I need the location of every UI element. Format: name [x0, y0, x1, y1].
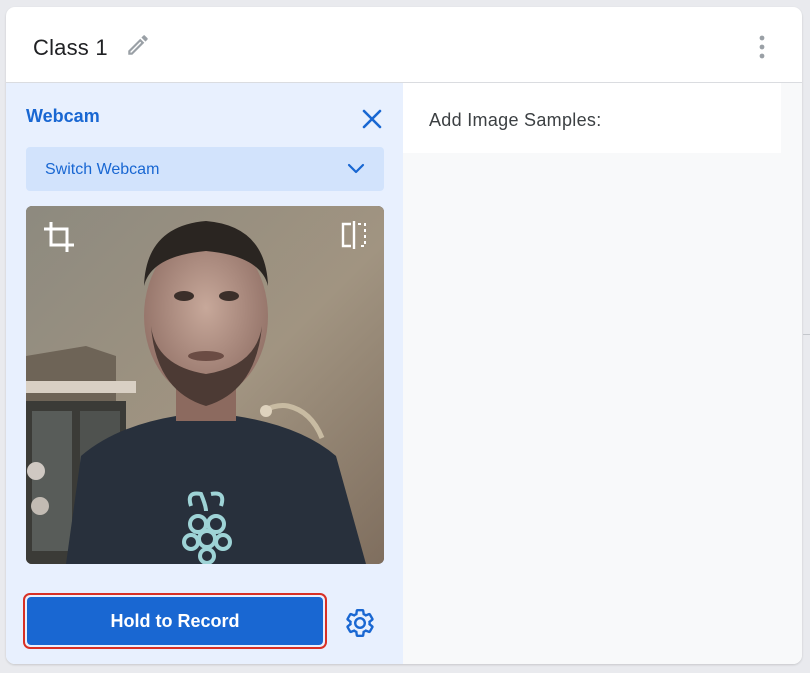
switch-webcam-label: Switch Webcam — [45, 161, 160, 178]
chevron-down-icon — [347, 163, 365, 174]
samples-header: Add Image Samples: — [403, 83, 781, 153]
class-title[interactable]: Class 1 — [33, 35, 108, 61]
pencil-icon[interactable] — [125, 32, 151, 58]
close-icon[interactable] — [360, 107, 384, 131]
webcam-feed — [26, 206, 384, 564]
connector-line — [803, 334, 810, 335]
record-button-label: Hold to Record — [27, 597, 323, 645]
add-image-samples-label: Add Image Samples: — [429, 110, 602, 130]
gear-icon[interactable] — [344, 607, 376, 639]
flip-horizontal-icon[interactable] — [340, 220, 368, 250]
class-card-header: Class 1 — [6, 7, 802, 83]
webcam-image — [26, 206, 384, 564]
samples-panel: Add Image Samples: — [403, 83, 802, 664]
webcam-panel: Webcam Switch Webcam Hold to Record — [6, 83, 403, 664]
more-vert-icon[interactable] — [754, 33, 770, 61]
crop-icon[interactable] — [42, 220, 76, 254]
webcam-label: Webcam — [26, 106, 100, 126]
hold-to-record-button[interactable]: Hold to Record — [23, 593, 327, 649]
class-card: Class 1 Webcam Switch Webcam Hold to Rec… — [6, 7, 802, 664]
switch-webcam-select[interactable]: Switch Webcam — [26, 147, 384, 191]
